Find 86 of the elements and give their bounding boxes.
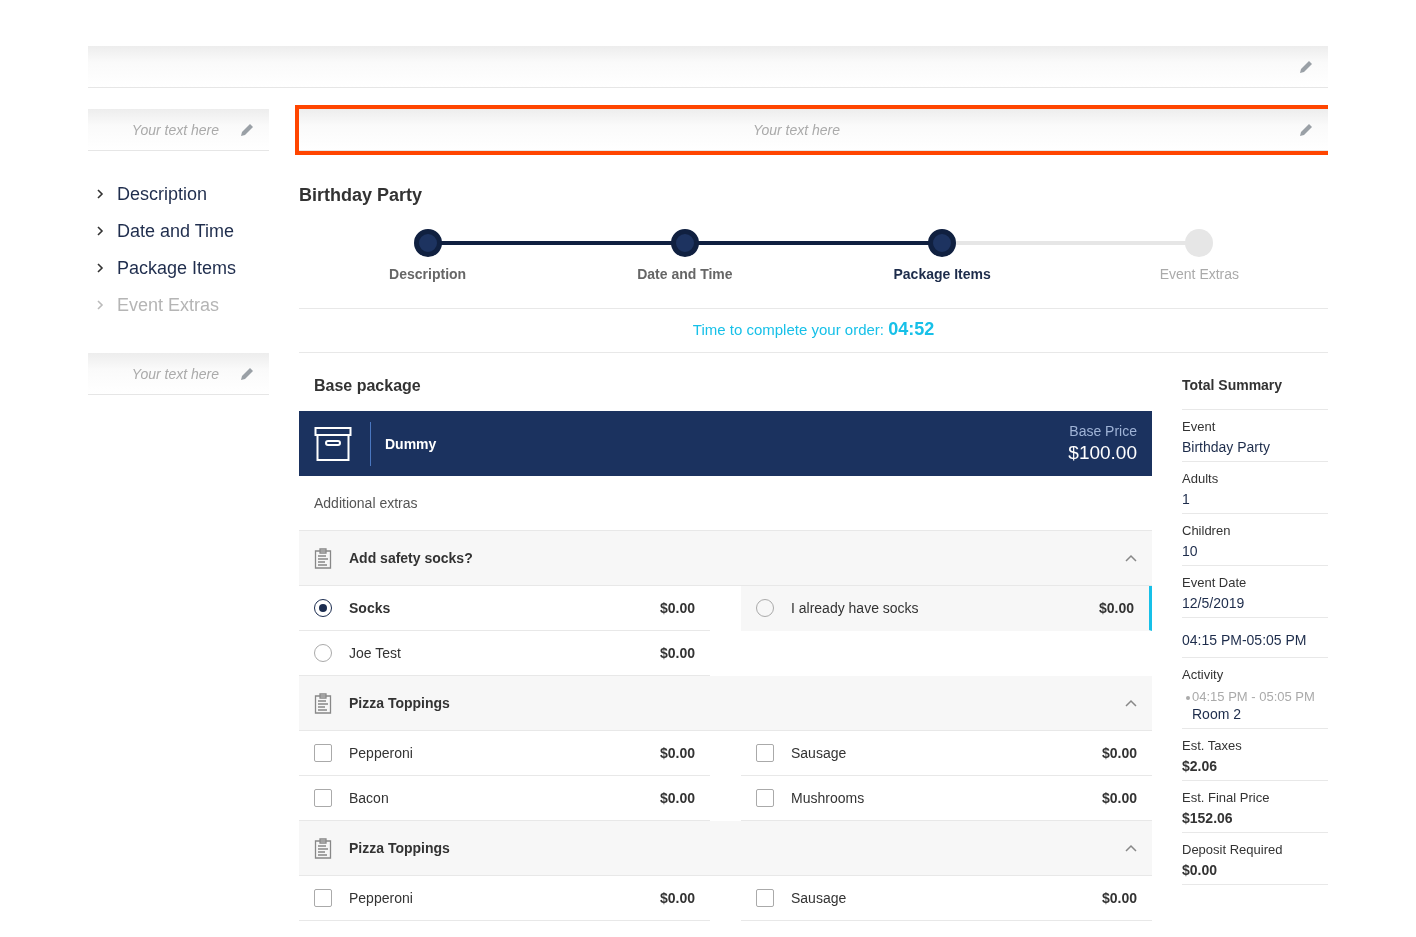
option-price: $0.00 (659, 790, 695, 806)
step-label[interactable]: Description (389, 266, 467, 282)
summary-label: Children (1182, 523, 1232, 538)
activity-time: 04:15 PM - 05:05 PM (1182, 689, 1328, 704)
chevron-up-icon[interactable] (1125, 844, 1137, 852)
pencil-icon[interactable] (1298, 58, 1314, 75)
archive-box-icon (314, 425, 352, 462)
option-name: Pepperoni (349, 745, 414, 761)
option-price: $0.00 (659, 745, 695, 761)
text-field[interactable]: Your text here (88, 109, 269, 151)
checkbox[interactable] (314, 889, 332, 907)
sidebar-item[interactable]: Description (96, 181, 269, 207)
text-input[interactable]: Your text here (313, 120, 1280, 139)
summary-value: $2.06 (1182, 758, 1219, 774)
text-input[interactable]: Your text here (102, 364, 221, 383)
summary-title: Total Summary (1182, 377, 1328, 410)
chevron-up-icon[interactable] (1125, 699, 1137, 707)
option-row[interactable]: Socks $0.00 (299, 586, 710, 631)
summary-value: 12/5/2019 (1182, 595, 1246, 611)
option-name: Bacon (349, 790, 390, 806)
group-header[interactable]: Add safety socks? (299, 531, 1152, 586)
banner-field[interactable] (88, 46, 1328, 88)
clipboard-icon (314, 547, 332, 569)
option-row[interactable]: Sausage $0.00 (741, 731, 1152, 776)
step-label[interactable]: Package Items (893, 266, 991, 282)
chevron-right-icon (96, 188, 104, 200)
option-name: I already have socks (791, 600, 920, 616)
option-name: Sausage (791, 745, 848, 761)
option-row[interactable]: Pepperoni $0.00 (299, 876, 710, 921)
checkbox[interactable] (314, 789, 332, 807)
option-name: Mushrooms (791, 790, 866, 806)
section-heading: Base package (314, 377, 422, 395)
summary-label: Est. Taxes (1182, 738, 1243, 753)
summary-value: $0.00 (1182, 862, 1219, 878)
summary-label: Est. Final Price (1182, 790, 1271, 805)
summary-label: Activity (1182, 667, 1225, 682)
chevron-right-icon (96, 225, 104, 237)
text-input[interactable]: Your text here (102, 120, 221, 139)
option-row[interactable]: Pepperoni $0.00 (299, 731, 710, 776)
summary-label: Event (1182, 419, 1217, 434)
option-price: $0.00 (659, 600, 695, 616)
sidebar-item[interactable]: Date and Time (96, 218, 269, 244)
checkbox[interactable] (756, 889, 774, 907)
timer-value: 04:52 (888, 319, 935, 339)
option-price: $0.00 (659, 645, 695, 661)
chevron-right-icon (96, 299, 104, 311)
option-price: $0.00 (659, 890, 695, 906)
package-name: Dummy (385, 435, 438, 452)
option-price: $0.00 (1101, 745, 1137, 761)
price-label: Base Price (1068, 423, 1137, 439)
chevron-up-icon[interactable] (1125, 554, 1137, 562)
option-name: Joe Test (349, 645, 402, 661)
pencil-icon[interactable] (239, 365, 255, 382)
option-price: $0.00 (1098, 600, 1134, 616)
option-name: Pepperoni (349, 890, 414, 906)
pencil-icon[interactable] (1298, 121, 1314, 138)
option-row[interactable]: I already have socks $0.00 (741, 586, 1152, 631)
chevron-right-icon (96, 262, 104, 274)
checkbox[interactable] (314, 744, 332, 762)
text-field[interactable]: Your text here (88, 353, 269, 395)
summary-value: Birthday Party (1182, 439, 1271, 455)
step-label[interactable]: Date and Time (637, 266, 733, 282)
clipboard-icon (314, 837, 332, 859)
clipboard-icon (314, 692, 332, 714)
summary-value: 1 (1182, 491, 1191, 507)
summary-label: Deposit Required (1182, 842, 1284, 857)
summary-value: 04:15 PM-05:05 PM (1182, 632, 1308, 648)
group-header[interactable]: Pizza Toppings (299, 676, 1152, 731)
summary-value: Room 2 (1191, 706, 1243, 722)
summary-label: Adults (1182, 471, 1220, 486)
pencil-icon[interactable] (239, 121, 255, 138)
event-title: Birthday Party (299, 185, 424, 206)
option-name: Sausage (791, 890, 848, 906)
summary-value: 10 (1182, 543, 1199, 559)
checkbox[interactable] (756, 744, 774, 762)
summary-label: Event Date (1182, 575, 1248, 590)
group-header[interactable]: Pizza Toppings (299, 821, 1152, 876)
option-row[interactable]: Sausage $0.00 (741, 876, 1152, 921)
summary-value: $152.06 (1182, 810, 1234, 826)
timer-label: Time to complete your order: (692, 321, 884, 338)
option-name: Socks (349, 600, 392, 616)
checkbox[interactable] (756, 789, 774, 807)
option-price: $0.00 (1101, 790, 1137, 806)
option-price: $0.00 (1101, 890, 1137, 906)
sidebar-item[interactable]: Package Items (96, 255, 269, 281)
package-price: $100.00 (1068, 442, 1137, 464)
